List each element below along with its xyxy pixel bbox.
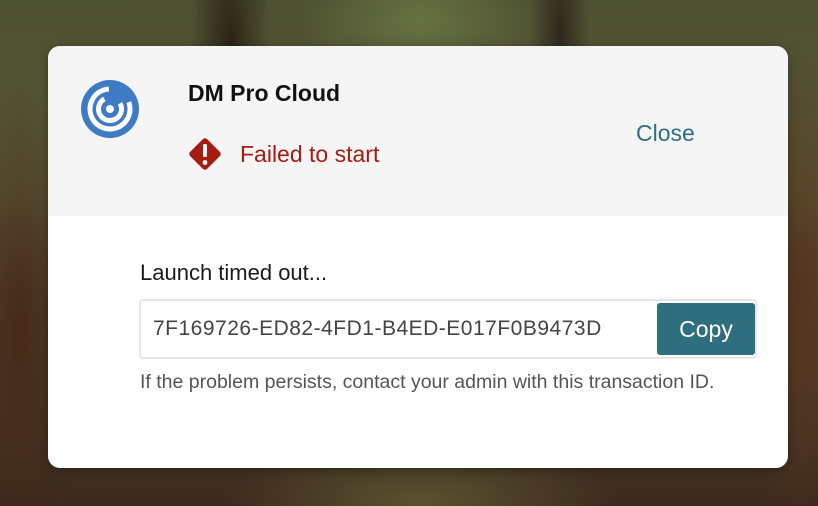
- launch-error-dialog: DM Pro Cloud Failed to start Close Launc…: [48, 46, 788, 468]
- status-row: Failed to start: [186, 135, 379, 173]
- app-title: DM Pro Cloud: [188, 80, 341, 106]
- transaction-id-group: Copy: [139, 299, 757, 359]
- app-logo-icon: [81, 80, 139, 138]
- help-text: If the problem persists, contact your ad…: [140, 371, 715, 393]
- transaction-id-field[interactable]: [141, 301, 656, 357]
- error-message: Launch timed out...: [140, 260, 328, 285]
- dialog-header: DM Pro Cloud Failed to start Close: [48, 46, 788, 216]
- close-button[interactable]: Close: [636, 120, 695, 147]
- warning-diamond-icon: [189, 138, 221, 170]
- copy-button[interactable]: Copy: [657, 303, 755, 355]
- status-text: Failed to start: [240, 140, 380, 167]
